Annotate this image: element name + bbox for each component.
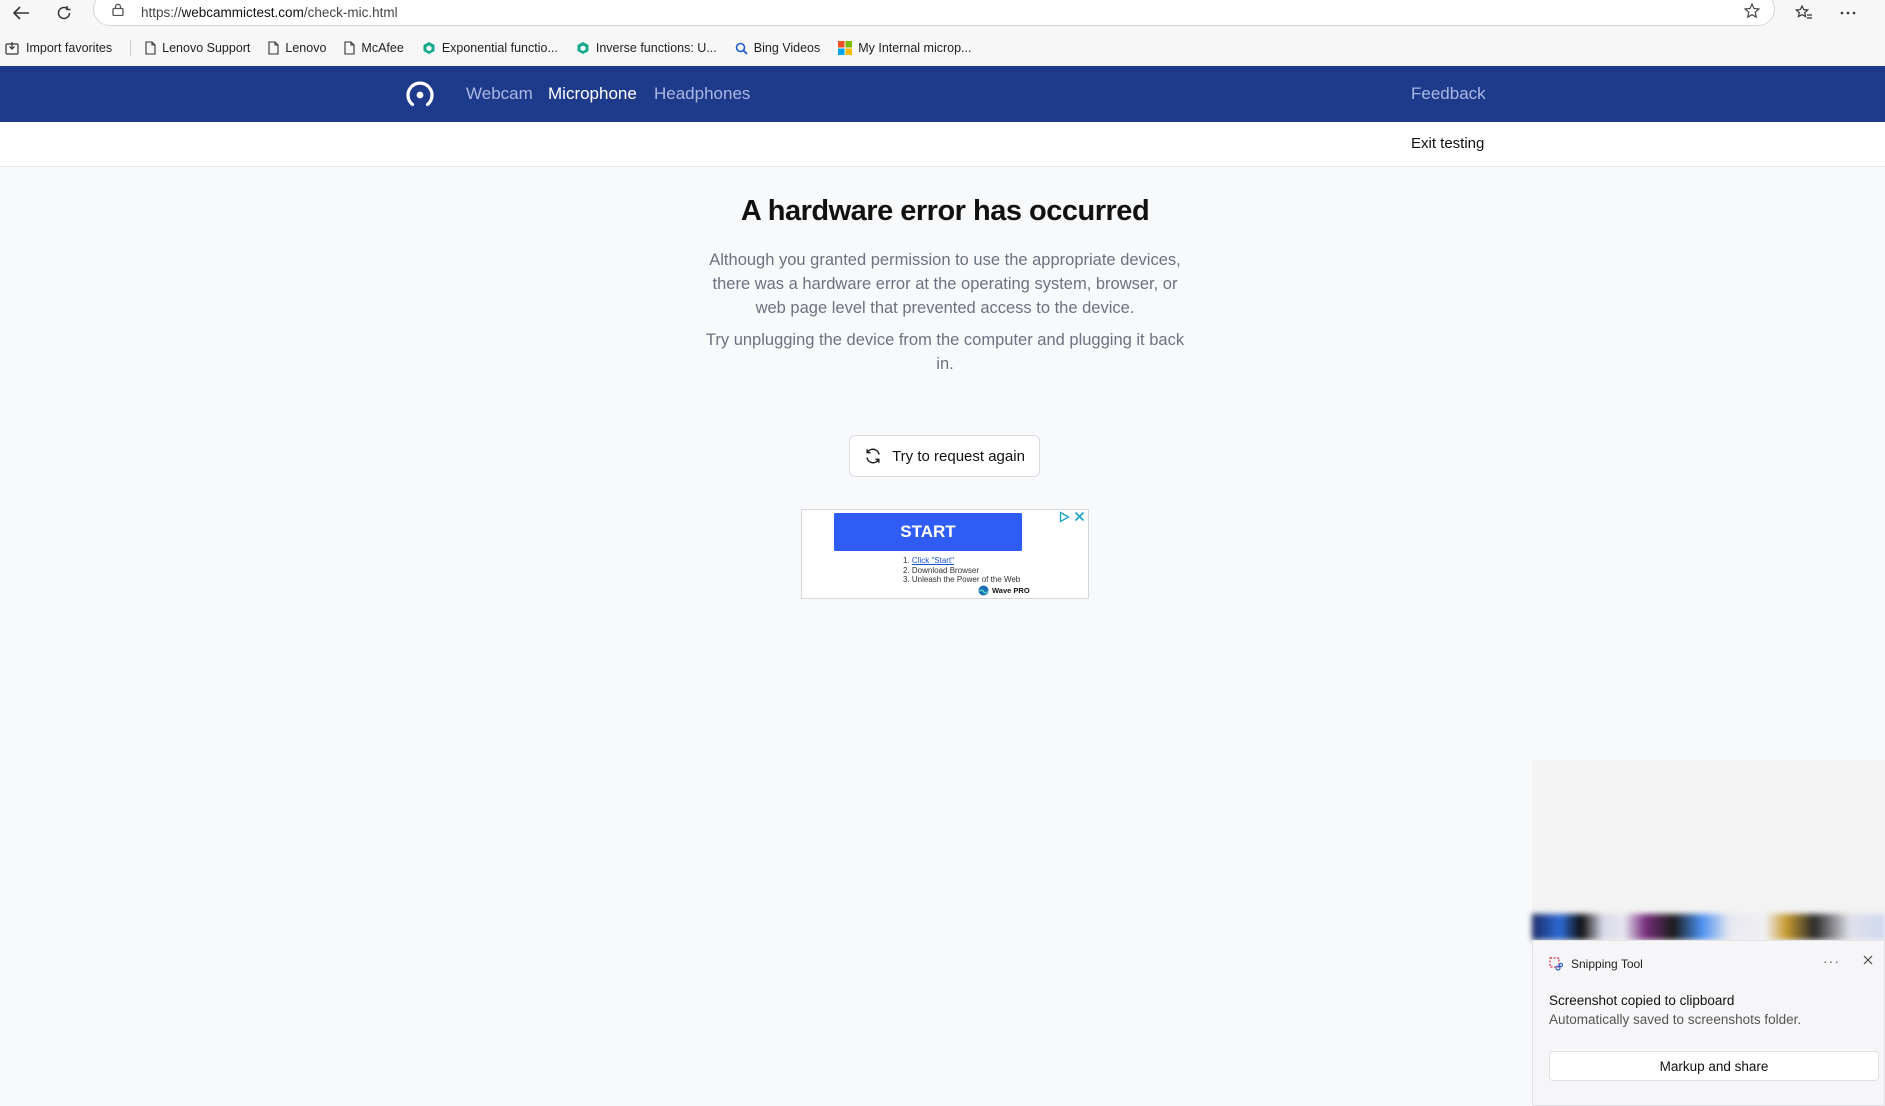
feedback-link[interactable]: Feedback [1411,84,1486,104]
ad-controls [1059,511,1085,523]
arrow-left-icon [12,6,29,20]
bookmark-exponential-functions[interactable]: Exponential functio... [422,41,558,55]
bookmark-label: Lenovo [285,41,327,55]
snip-preview-image [1532,914,1885,940]
refresh-icon [57,6,71,20]
refresh-icon [866,448,880,464]
bookmark-label: My Internal microp... [858,41,972,55]
adchoices-icon[interactable] [1059,511,1070,523]
markup-and-share-button[interactable]: Markup and share [1549,1051,1879,1081]
browser-toolbar: https://webcammictest.com/check-mic.html [0,0,1885,26]
nav-microphone[interactable]: Microphone [548,84,637,104]
error-description: Although you granted permission to use t… [709,251,1181,317]
cube-icon [423,42,435,54]
ad-steps: 1. Click "Start" 2. Download Browser 3. … [903,556,1020,585]
refresh-button[interactable] [51,1,77,25]
close-icon[interactable] [1863,955,1873,965]
bookmark-label: Bing Videos [753,41,821,55]
bookmark-label: Exponential functio... [441,41,558,55]
ad-step-2: 2. Download Browser [903,565,980,575]
bookmark-separator [130,40,132,56]
snipping-tool-notification[interactable]: Snipping Tool ··· Screenshot copied to c… [1532,940,1885,1106]
exit-testing-link[interactable]: Exit testing [1411,135,1484,152]
close-icon[interactable] [1074,511,1085,522]
url-path: /check-mic.html [303,5,398,20]
star-icon[interactable] [1744,3,1760,18]
search-icon [735,42,748,55]
address-bar[interactable]: https://webcammictest.com/check-mic.html [93,0,1775,26]
favorites-button[interactable] [1791,1,1817,25]
bookmark-import-favorites[interactable]: Import favorites [5,41,112,55]
lock-icon [112,3,124,16]
toast-app-name: Snipping Tool [1571,957,1643,971]
bookmark-lenovo[interactable]: Lenovo [268,41,326,55]
toast-header: Snipping Tool [1549,957,1643,971]
url-prefix: https:// [141,5,182,20]
sub-header-bar: Exit testing [0,122,1885,167]
import-icon [5,41,19,55]
site-logo-icon[interactable] [405,80,435,110]
browser-chrome: https://webcammictest.com/check-mic.html… [0,0,1885,66]
bookmark-label: Lenovo Support [162,41,251,55]
more-menu-button[interactable] [1835,1,1861,25]
back-button[interactable] [8,1,34,25]
page-icon [145,41,156,55]
retry-request-button[interactable]: Try to request again [849,435,1040,477]
snip-preview[interactable] [1532,760,1885,940]
favorites-list-icon [1795,5,1812,19]
error-title: A hardware error has occurred [740,195,1150,227]
advertisement[interactable]: START 1. Click "Start" 2. Download Brows… [801,509,1089,599]
toast-more-button[interactable]: ··· [1823,953,1840,969]
ad-step-link[interactable]: Click "Start" [912,556,954,565]
bookmark-label: Import favorites [26,41,113,55]
page-icon [268,41,279,55]
cube-icon [577,42,589,54]
nav-webcam[interactable]: Webcam [466,84,533,104]
site-navbar: Webcam Microphone Headphones Feedback [0,66,1885,122]
bookmark-internal-microphone[interactable]: My Internal microp... [838,41,971,55]
toast-title: Screenshot copied to clipboard [1549,993,1735,1008]
retry-request-label: Try to request again [892,447,1025,465]
ad-brand: Wave PRO [978,585,1030,596]
snipping-tool-icon [1549,957,1563,971]
more-horizontal-icon [1840,11,1856,15]
bookmarks-bar: Import favorites Lenovo Support Lenovo M… [0,36,1885,60]
ad-brand-name: Wave PRO [992,586,1030,595]
wave-logo-icon [978,585,989,596]
url-text: https://webcammictest.com/check-mic.html [141,5,398,20]
ad-step-3: 3. Unleash the Power of the Web [903,575,1021,584]
bookmark-label: Inverse functions: U... [595,41,717,55]
ad-step-number: 1. [903,556,912,565]
error-hint: Try unplugging the device from the compu… [705,331,1185,373]
page-icon [344,41,355,55]
microsoft-icon [838,41,853,55]
bookmark-label: McAfee [361,41,404,55]
toast-subtitle: Automatically saved to screenshots folde… [1549,1012,1802,1027]
url-domain: webcammictest.com [181,5,304,20]
bookmark-lenovo-support[interactable]: Lenovo Support [145,41,250,55]
ad-start-button[interactable]: START [834,513,1022,551]
ad-step-1: 1. Click "Start" [903,556,1020,566]
nav-headphones[interactable]: Headphones [654,84,750,104]
bookmark-mcafee[interactable]: McAfee [344,41,404,55]
bookmark-inverse-functions[interactable]: Inverse functions: U... [576,41,717,55]
bookmark-bing-videos[interactable]: Bing Videos [735,41,821,55]
error-panel: A hardware error has occurred Although y… [700,195,1190,376]
